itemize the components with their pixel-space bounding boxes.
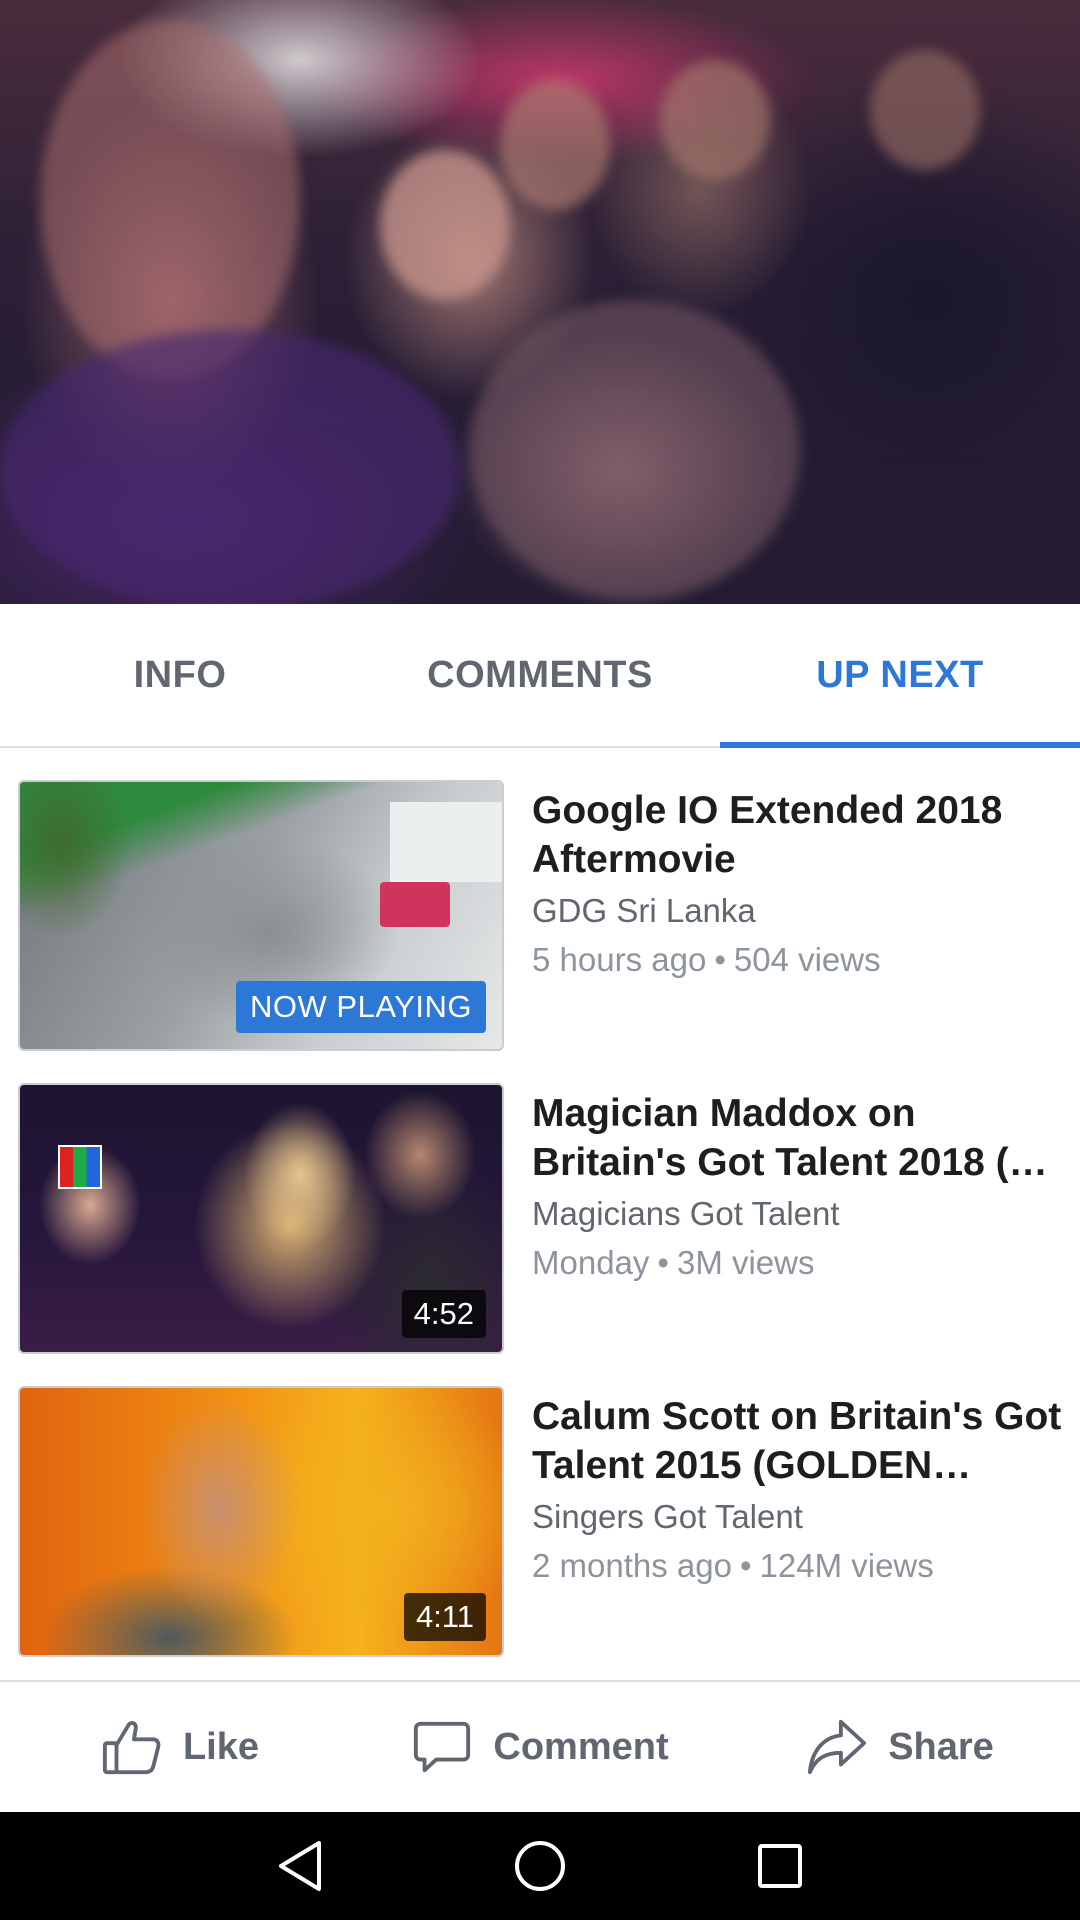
- tab-bar: INFO COMMENTS UP NEXT: [0, 604, 1080, 748]
- thumbs-up-icon: [102, 1721, 161, 1775]
- video-thumbnail[interactable]: NOW PLAYING: [18, 780, 504, 1051]
- like-button[interactable]: Like: [0, 1682, 360, 1812]
- video-thumbnail[interactable]: 4:11: [18, 1386, 504, 1657]
- back-triangle-icon: [279, 1841, 321, 1891]
- video-age: 2 months ago: [532, 1547, 732, 1584]
- duration-badge: 4:11: [403, 1593, 486, 1641]
- action-bar: Like Comment Share: [0, 1680, 1080, 1812]
- system-nav-bar: [0, 1812, 1080, 1920]
- share-button[interactable]: Share: [720, 1682, 1080, 1812]
- video-meta: Calum Scott on Britain's Got Talent 2015…: [532, 1392, 1062, 1587]
- duration-badge: 4:52: [401, 1290, 486, 1338]
- channel-name: GDG Sri Lanka: [532, 892, 756, 929]
- comment-bubble-icon: [414, 1721, 471, 1773]
- nav-recents-button[interactable]: [750, 1836, 810, 1896]
- home-circle-icon: [515, 1841, 565, 1891]
- separator-dot: •: [714, 941, 726, 978]
- video-player[interactable]: [0, 0, 1080, 604]
- video-stats: Monday • 3M views: [532, 1242, 1062, 1284]
- view-count: 504 views: [733, 941, 881, 978]
- now-playing-badge: NOW PLAYING: [236, 981, 486, 1033]
- share-label: Share: [888, 1725, 994, 1768]
- comment-label: Comment: [493, 1725, 669, 1768]
- like-label: Like: [182, 1725, 260, 1768]
- list-item[interactable]: NOW PLAYING Google IO Extended 2018 Afte…: [0, 780, 1080, 1052]
- video-thumbnail[interactable]: 4:52: [18, 1083, 504, 1354]
- list-item[interactable]: 4:52 Magician Maddox on Britain's Got Ta…: [0, 1083, 1080, 1355]
- nav-home-button[interactable]: [510, 1836, 570, 1896]
- comment-button[interactable]: Comment: [360, 1682, 720, 1812]
- view-count: 3M views: [676, 1244, 815, 1281]
- channel-name: Singers Got Talent: [532, 1498, 803, 1535]
- video-meta: Google IO Extended 2018 Aftermovie GDG S…: [532, 786, 1062, 981]
- video-stats: 2 months ago • 124M views: [532, 1545, 1062, 1587]
- video-title[interactable]: Google IO Extended 2018 Aftermovie: [532, 786, 1062, 884]
- tab-comments[interactable]: COMMENTS: [360, 604, 720, 746]
- nav-back-button[interactable]: [270, 1836, 330, 1896]
- video-meta: Magician Maddox on Britain's Got Talent …: [532, 1089, 1062, 1284]
- list-item[interactable]: 4:11 Calum Scott on Britain's Got Talent…: [0, 1386, 1080, 1658]
- video-age: 5 hours ago: [532, 941, 707, 978]
- share-arrow-icon: [808, 1719, 867, 1775]
- channel-name: Magicians Got Talent: [532, 1195, 840, 1232]
- tab-info[interactable]: INFO: [0, 604, 360, 746]
- separator-dot: •: [657, 1244, 669, 1281]
- video-age: Monday: [532, 1244, 650, 1281]
- video-title[interactable]: Magician Maddox on Britain's Got Talent …: [532, 1089, 1062, 1187]
- video-stats: 5 hours ago • 504 views: [532, 939, 1062, 981]
- separator-dot: •: [739, 1547, 752, 1584]
- tab-up-next[interactable]: UP NEXT: [720, 604, 1080, 748]
- view-count: 124M views: [759, 1547, 934, 1584]
- video-title[interactable]: Calum Scott on Britain's Got Talent 2015…: [532, 1392, 1062, 1490]
- recents-square-icon: [758, 1844, 802, 1888]
